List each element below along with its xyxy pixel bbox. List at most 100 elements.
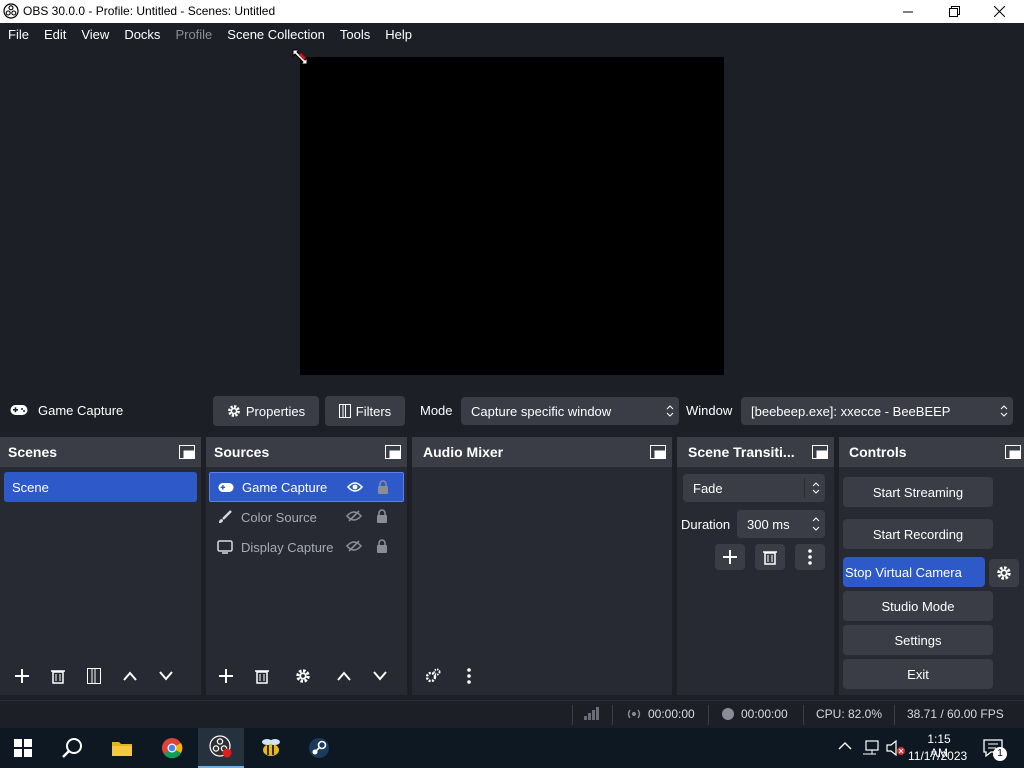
- lock-icon[interactable]: [376, 539, 388, 553]
- start-recording-button[interactable]: Start Recording: [843, 519, 993, 549]
- sources-dock: Sources Game Capture Color Source Displa…: [206, 437, 407, 695]
- advanced-audio-button[interactable]: [418, 663, 448, 689]
- sources-header: Sources: [206, 437, 407, 467]
- menu-bar: File Edit View Docks Profile Scene Colle…: [0, 23, 1024, 47]
- transition-select[interactable]: Fade: [683, 474, 825, 502]
- scene-filters-button[interactable]: [79, 663, 109, 689]
- add-scene-button[interactable]: [7, 663, 37, 689]
- undock-icon[interactable]: [650, 445, 666, 459]
- lock-icon[interactable]: [377, 480, 389, 494]
- selected-source-name: Game Capture: [38, 403, 124, 418]
- duration-spinbox[interactable]: 300 ms: [737, 510, 825, 538]
- record-time: 00:00:00: [741, 707, 788, 721]
- window-label: Window: [686, 403, 733, 418]
- undock-icon[interactable]: [385, 445, 401, 459]
- menu-tools[interactable]: Tools: [336, 23, 374, 47]
- exit-button[interactable]: Exit: [843, 659, 993, 689]
- divider: [804, 478, 805, 498]
- move-source-down-button[interactable]: [365, 663, 395, 689]
- record-dot-icon: [721, 707, 735, 721]
- controls-title: Controls: [849, 444, 907, 460]
- maximize-button[interactable]: [931, 0, 977, 23]
- lock-icon[interactable]: [376, 509, 388, 523]
- obs-logo-icon: [3, 3, 19, 19]
- eye-icon[interactable]: [347, 481, 363, 493]
- gamepad-icon: [218, 482, 234, 493]
- undock-icon[interactable]: [1005, 445, 1021, 459]
- window-select[interactable]: [beebeep.exe]: xxecce - BeeBEEP: [741, 397, 1013, 425]
- gamepad-icon: [10, 404, 28, 416]
- audio-mixer-dock: Audio Mixer: [412, 437, 672, 695]
- obs-taskbar-icon[interactable]: [198, 728, 244, 768]
- scenes-header: Scenes: [0, 437, 201, 467]
- divider: [612, 705, 613, 725]
- source-properties-button[interactable]: [288, 663, 318, 689]
- audio-mixer-header: Audio Mixer: [412, 437, 672, 467]
- menu-profile[interactable]: Profile: [171, 23, 216, 47]
- remove-transition-button[interactable]: [755, 544, 785, 570]
- transition-menu-button[interactable]: [795, 544, 825, 570]
- preview-canvas[interactable]: [300, 57, 724, 375]
- file-explorer-icon[interactable]: [99, 728, 145, 768]
- search-icon[interactable]: [49, 728, 95, 768]
- title-bar: OBS 30.0.0 - Profile: Untitled - Scenes:…: [0, 0, 1024, 23]
- scene-item[interactable]: Scene: [4, 472, 197, 502]
- move-scene-down-button[interactable]: [151, 663, 181, 689]
- filters-button[interactable]: Filters: [325, 396, 405, 426]
- filter-icon: [338, 404, 351, 418]
- remove-scene-button[interactable]: [43, 663, 73, 689]
- undock-icon[interactable]: [179, 445, 195, 459]
- source-item-color-source[interactable]: Color Source: [209, 502, 404, 532]
- beebeep-icon[interactable]: [248, 728, 294, 768]
- menu-help[interactable]: Help: [381, 23, 416, 47]
- windows-start-icon[interactable]: [0, 728, 46, 768]
- clock-date[interactable]: 11/17/2023: [908, 749, 967, 763]
- resize-cursor-icon: [291, 48, 309, 66]
- menu-edit[interactable]: Edit: [40, 23, 70, 47]
- properties-button[interactable]: Properties: [213, 396, 319, 426]
- fps-readout: 38.71 / 60.00 FPS: [907, 707, 1004, 721]
- move-scene-up-button[interactable]: [115, 663, 145, 689]
- transition-value: Fade: [693, 480, 723, 496]
- divider: [708, 705, 709, 725]
- divider: [894, 705, 895, 725]
- minimize-button[interactable]: [885, 0, 931, 23]
- start-streaming-button[interactable]: Start Streaming: [843, 477, 993, 507]
- eye-hidden-icon[interactable]: [346, 510, 362, 522]
- add-source-button[interactable]: [211, 663, 241, 689]
- volume-muted-icon[interactable]: [886, 740, 906, 756]
- menu-view[interactable]: View: [77, 23, 113, 47]
- steam-icon[interactable]: [296, 728, 342, 768]
- studio-mode-button[interactable]: Studio Mode: [843, 591, 993, 621]
- undock-icon[interactable]: [812, 445, 828, 459]
- settings-button[interactable]: Settings: [843, 625, 993, 655]
- eye-hidden-icon[interactable]: [346, 540, 362, 552]
- move-source-up-button[interactable]: [329, 663, 359, 689]
- scene-transitions-header: Scene Transiti...: [677, 437, 834, 467]
- menu-scene-collection[interactable]: Scene Collection: [223, 23, 329, 47]
- audio-mixer-title: Audio Mixer: [423, 444, 504, 460]
- filters-label: Filters: [355, 403, 392, 419]
- menu-docks[interactable]: Docks: [120, 23, 164, 47]
- virtual-camera-button[interactable]: Stop Virtual Camera: [843, 557, 985, 587]
- chevron-up-icon[interactable]: [838, 741, 852, 751]
- mode-select[interactable]: Capture specific window: [461, 397, 679, 425]
- record-timer: 00:00:00: [721, 707, 788, 721]
- close-button[interactable]: [976, 0, 1022, 23]
- audio-menu-button[interactable]: [454, 663, 484, 689]
- chrome-icon[interactable]: [149, 728, 195, 768]
- remove-source-button[interactable]: [247, 663, 277, 689]
- window-title: OBS 30.0.0 - Profile: Untitled - Scenes:…: [23, 4, 276, 18]
- virtual-camera-settings-button[interactable]: [989, 559, 1019, 587]
- brush-icon: [217, 510, 233, 524]
- menu-file[interactable]: File: [4, 23, 33, 47]
- sources-title: Sources: [214, 444, 270, 460]
- network-icon[interactable]: [862, 740, 880, 756]
- stream-time: 00:00:00: [648, 707, 695, 721]
- source-item-game-capture[interactable]: Game Capture: [209, 472, 404, 502]
- stream-timer: 00:00:00: [626, 707, 695, 721]
- properties-label: Properties: [245, 403, 306, 419]
- source-item-display-capture[interactable]: Display Capture: [209, 532, 404, 562]
- cpu-usage: CPU: 82.0%: [816, 707, 883, 721]
- add-transition-button[interactable]: [715, 544, 745, 570]
